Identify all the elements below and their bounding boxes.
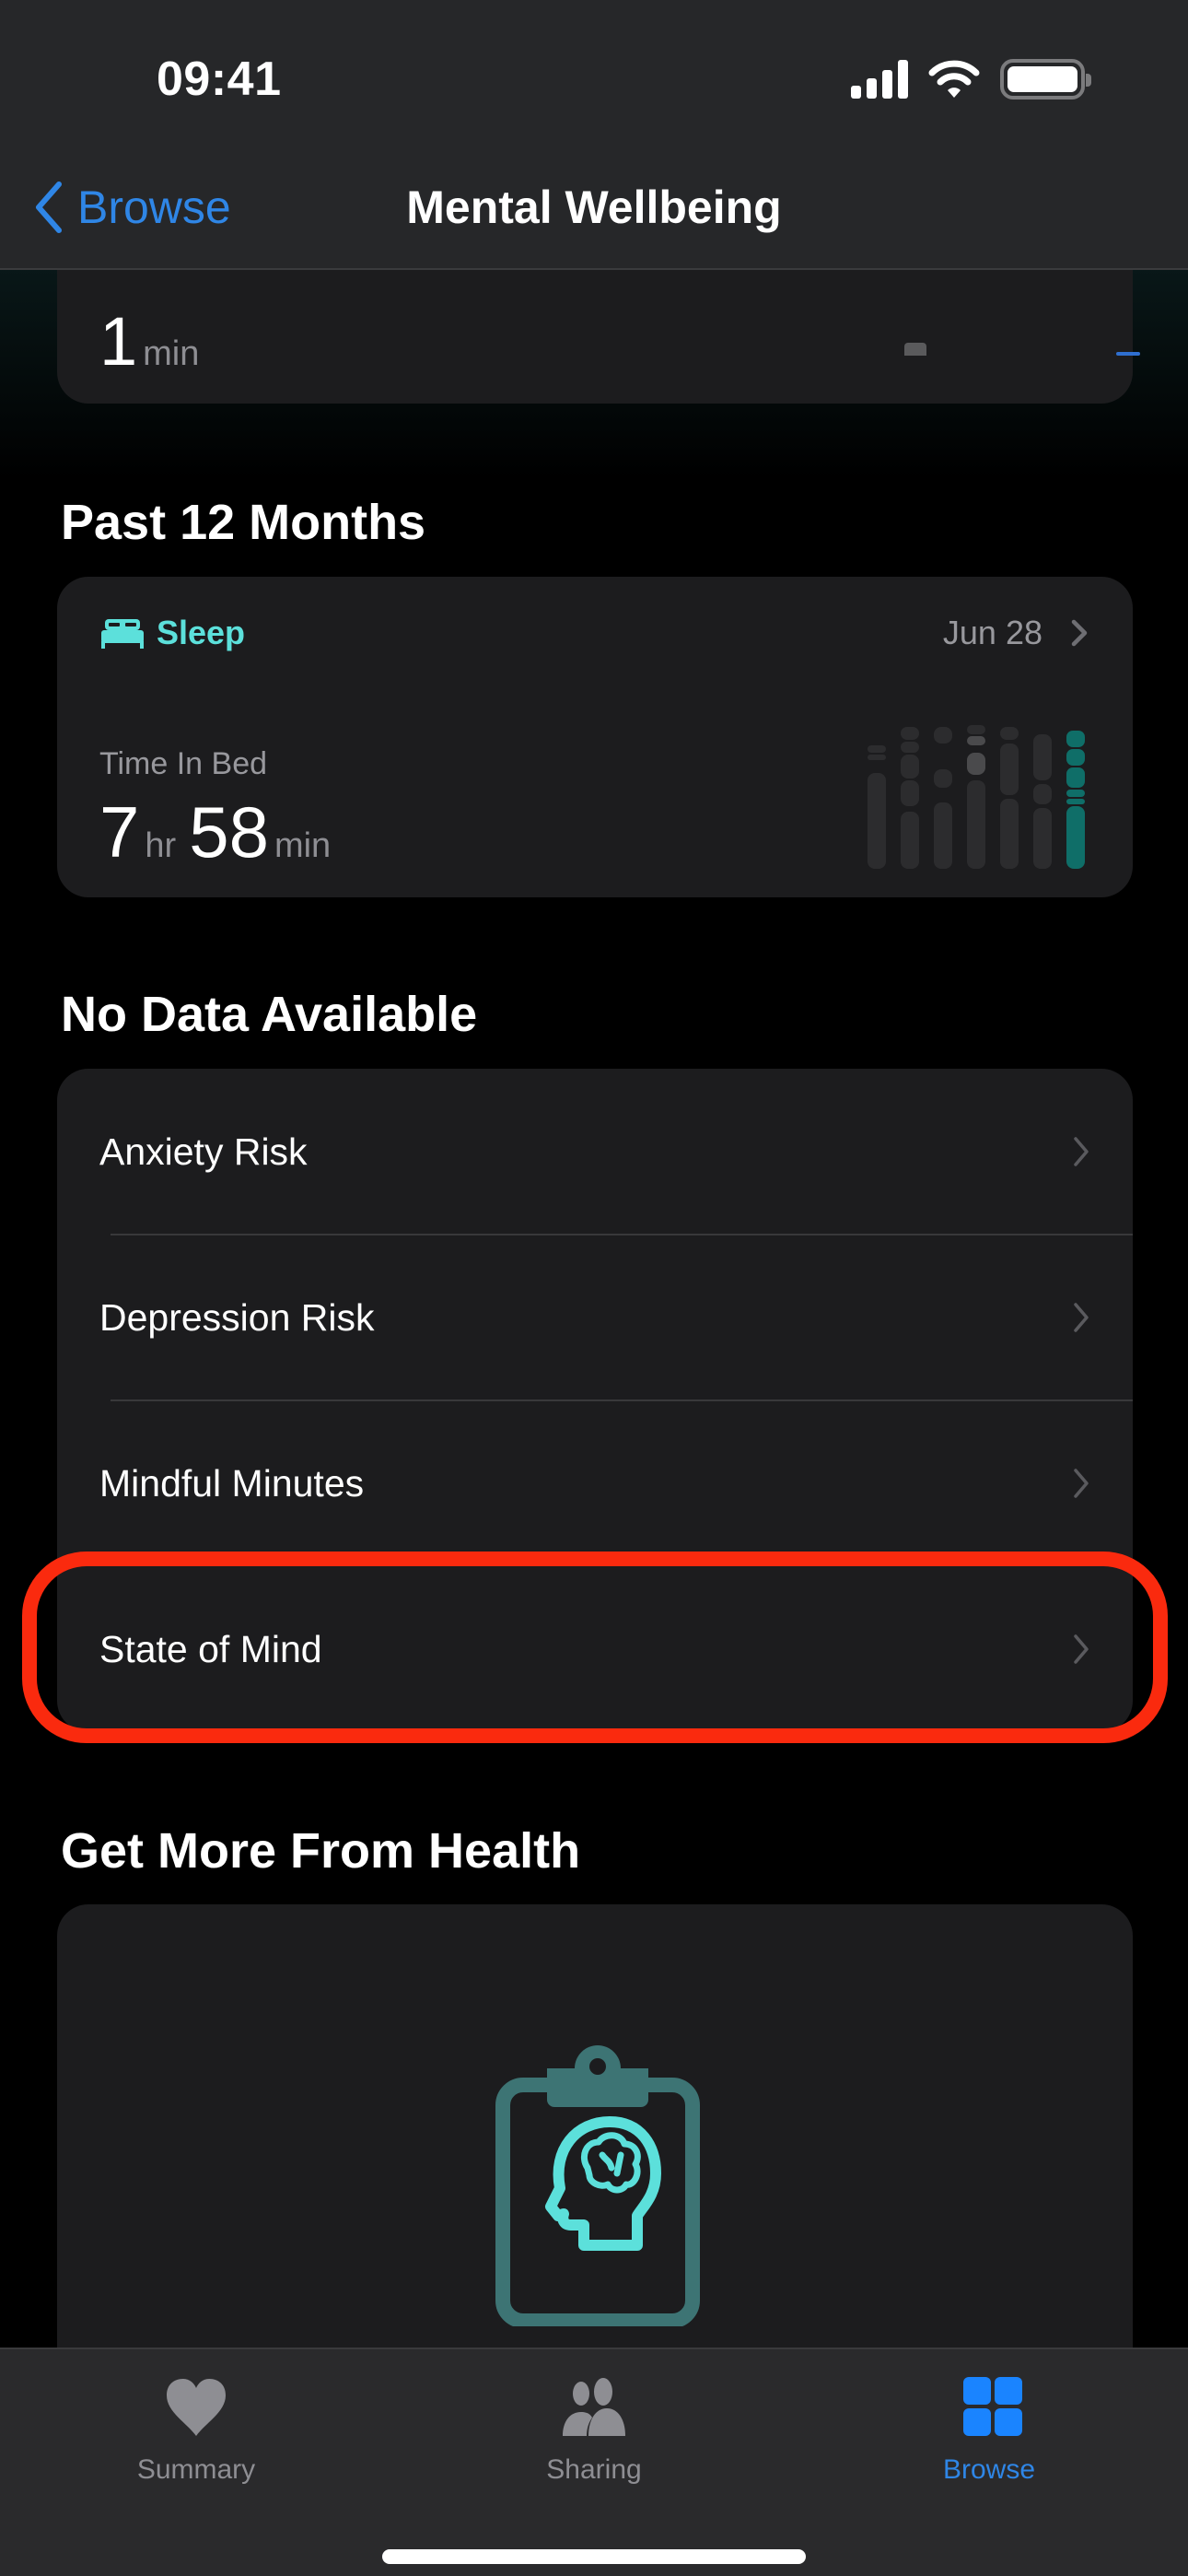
- section-title-no-data: No Data Available: [61, 987, 478, 1042]
- summary-value: 1 min: [99, 302, 199, 381]
- list-item-label: State of Mind: [99, 1627, 322, 1670]
- sleep-metric-value: 7 hr 58 min: [99, 790, 344, 874]
- list-item-label: Anxiety Risk: [99, 1130, 308, 1173]
- navigation-header: 09:41 Browse Mental Wellbeing: [0, 0, 1188, 270]
- bed-icon: [101, 619, 144, 649]
- sleep-chart-column: [934, 727, 952, 869]
- sleep-chart-column: [1033, 734, 1052, 869]
- sleep-hours-unit: hr: [145, 826, 177, 865]
- chevron-right-icon: [1074, 1137, 1089, 1166]
- sleep-date: Jun 28: [943, 614, 1089, 652]
- tab-label: Browse: [942, 2454, 1036, 2485]
- summary-unit: min: [143, 334, 200, 373]
- clipboard-brain-icon: [495, 2045, 700, 2326]
- chevron-right-icon: [1074, 1634, 1089, 1664]
- grid-icon: [963, 2377, 1022, 2436]
- tab-summary[interactable]: Summary: [86, 2375, 307, 2486]
- chevron-right-icon: [1074, 1303, 1089, 1332]
- tab-sharing[interactable]: Sharing: [483, 2375, 705, 2486]
- section-title-get-more: Get More From Health: [61, 1823, 581, 1879]
- battery-icon: [1000, 59, 1091, 100]
- list-item-state-of-mind[interactable]: State of Mind: [57, 1566, 1133, 1732]
- sleep-mini-chart: [868, 725, 1085, 869]
- sleep-minutes-unit: min: [274, 826, 332, 865]
- status-time: 09:41: [157, 53, 282, 106]
- home-indicator[interactable]: [382, 2549, 806, 2564]
- sleep-category-label: Sleep: [157, 614, 246, 651]
- chevron-right-icon: [1071, 619, 1088, 647]
- sleep-chart-column: [868, 745, 886, 869]
- section-title-past-12-months: Past 12 Months: [61, 495, 426, 550]
- cellular-signal-icon: [851, 60, 908, 99]
- list-item-anxiety-risk[interactable]: Anxiety Risk: [57, 1069, 1133, 1235]
- people-icon: [563, 2378, 625, 2436]
- no-data-list: Anxiety Risk Depression Risk Mindful Min…: [57, 1069, 1133, 1732]
- sleep-metric-label: Time In Bed: [99, 746, 268, 781]
- status-icons: [851, 59, 1091, 100]
- list-item-label: Mindful Minutes: [99, 1461, 365, 1505]
- chevron-right-icon: [1074, 1469, 1089, 1498]
- tab-browse[interactable]: Browse: [879, 2375, 1100, 2486]
- list-item-depression-risk[interactable]: Depression Risk: [57, 1235, 1133, 1400]
- sleep-chart-column: [901, 727, 919, 869]
- sleep-chart-column-latest: [1066, 731, 1085, 869]
- mini-chart-marker: [1116, 352, 1140, 356]
- list-item-label: Depression Risk: [99, 1295, 375, 1339]
- tab-bar: Summary Sharing Browse: [0, 2348, 1188, 2576]
- sleep-minutes: 58: [189, 791, 269, 872]
- page-title: Mental Wellbeing: [406, 181, 782, 233]
- tab-label: Sharing: [546, 2454, 642, 2485]
- sleep-chart-column: [1000, 727, 1019, 869]
- sleep-hours: 7: [99, 791, 140, 872]
- sleep-date-label: Jun 28: [942, 614, 1042, 651]
- summary-number: 1: [99, 303, 138, 380]
- list-item-mindful-minutes[interactable]: Mindful Minutes: [57, 1400, 1133, 1566]
- heart-icon: [167, 2379, 226, 2436]
- wifi-icon: [928, 60, 980, 98]
- mini-chart-bar: [904, 343, 926, 356]
- tab-label: Summary: [136, 2454, 256, 2485]
- sleep-chart-column: [967, 725, 985, 869]
- sleep-category: Sleep: [101, 614, 245, 652]
